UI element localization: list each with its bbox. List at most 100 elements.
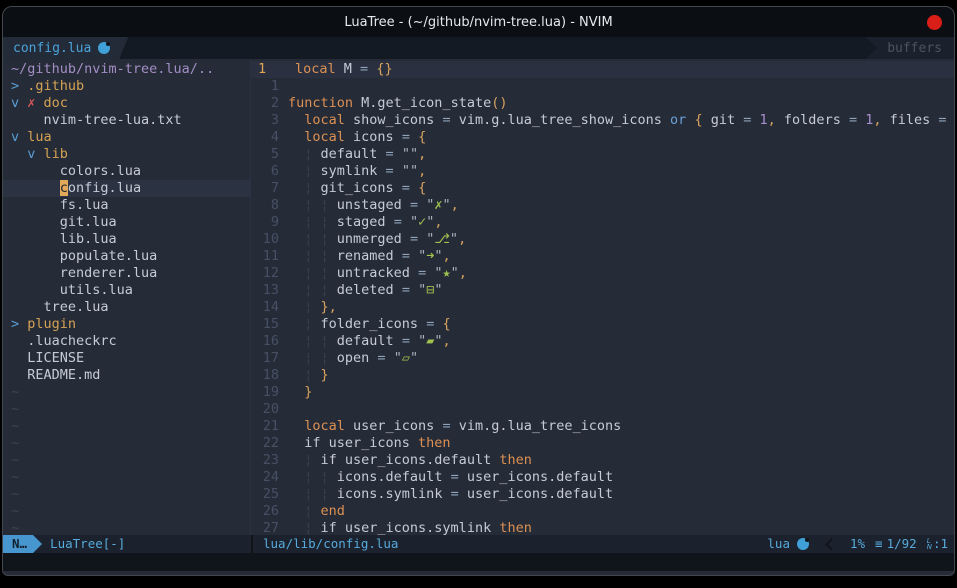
- window-title: LuaTree - (~/github/nvim-tree.lua) - NVI…: [344, 15, 612, 30]
- file-tree-panel[interactable]: ~/github/nvim-tree.lua/..> .githubv ✗ do…: [3, 59, 251, 535]
- code-line[interactable]: 3 local show_icons = vim.g.lua_tree_show…: [251, 112, 954, 129]
- code-line[interactable]: 10 ¦ ¦ unmerged = "⎇",: [251, 231, 954, 248]
- line-number-icon: LN: [927, 538, 932, 550]
- tree-item[interactable]: renderer.lua: [3, 265, 250, 282]
- code-line[interactable]: 17 ¦ ¦ open = "▱": [251, 350, 954, 367]
- line-number: 6: [251, 163, 288, 180]
- tree-item[interactable]: v ✗ doc: [3, 95, 250, 112]
- tree-item[interactable]: populate.lua: [3, 248, 250, 265]
- code-line[interactable]: 21 local user_icons = vim.g.lua_tree_ico…: [251, 418, 954, 435]
- code-line[interactable]: 1local M = {}: [251, 61, 954, 78]
- code-line[interactable]: 23 ¦ if user_icons.default then: [251, 452, 954, 469]
- line-number: 16: [251, 333, 288, 350]
- tree-item[interactable]: LICENSE: [3, 350, 250, 367]
- line-number: 9: [251, 214, 288, 231]
- tree-item[interactable]: config.lua: [3, 180, 250, 197]
- code-line[interactable]: 4 local icons = {: [251, 129, 954, 146]
- empty-line-tilde: ~: [3, 384, 250, 401]
- line-number: 12: [251, 265, 288, 282]
- empty-line-tilde: ~: [3, 418, 250, 435]
- code-line[interactable]: 26 ¦ end: [251, 503, 954, 520]
- tree-item[interactable]: lib.lua: [3, 231, 250, 248]
- code-line[interactable]: 25 ¦ ¦ icons.symlink = user_icons.defaul…: [251, 486, 954, 503]
- code-line[interactable]: 14 ¦ },: [251, 299, 954, 316]
- code-editor-panel[interactable]: 1local M = {}12function M.get_icon_state…: [251, 59, 954, 535]
- line-number: 5: [251, 146, 288, 163]
- tab-label: config.lua: [13, 41, 91, 56]
- code-line[interactable]: 1: [251, 78, 954, 95]
- tab-config-lua[interactable]: config.lua: [3, 37, 128, 59]
- cursor-line-position: 1/92: [887, 535, 917, 553]
- line-number: 2: [251, 95, 288, 112]
- line-number: 25: [251, 486, 288, 503]
- tree-item[interactable]: > plugin: [3, 316, 250, 333]
- code-line[interactable]: 8 ¦ ¦ unstaged = "✗",: [251, 197, 954, 214]
- buffers-label: buffers: [887, 41, 942, 56]
- tree-item[interactable]: utils.lua: [3, 282, 250, 299]
- command-line[interactable]: [3, 553, 954, 571]
- line-number: 11: [251, 248, 288, 265]
- code-line[interactable]: 13 ¦ ¦ deleted = "⊟": [251, 282, 954, 299]
- tree-item[interactable]: git.lua: [3, 214, 250, 231]
- statusline: N… LuaTree[-] lua/lib/config.lua lua 1% …: [3, 535, 954, 553]
- line-number: 27: [251, 520, 288, 535]
- line-number: 19: [251, 384, 288, 401]
- code-line[interactable]: 27 ¦ if user_icons.symlink then: [251, 520, 954, 535]
- empty-line-tilde: ~: [3, 503, 250, 520]
- code-line[interactable]: 11 ¦ ¦ renamed = "➜",: [251, 248, 954, 265]
- code-line[interactable]: 19 }: [251, 384, 954, 401]
- terminal-window: LuaTree - (~/github/nvim-tree.lua) - NVI…: [2, 6, 955, 576]
- tree-item[interactable]: nvim-tree-lua.txt: [3, 112, 250, 129]
- line-number: 1: [251, 61, 295, 78]
- tree-item[interactable]: fs.lua: [3, 197, 250, 214]
- line-number: 1: [251, 78, 288, 95]
- code-line[interactable]: 6 ¦ symlink = "",: [251, 163, 954, 180]
- code-line[interactable]: 2function M.get_icon_state(): [251, 95, 954, 112]
- statusline-filepath: lua/lib/config.lua: [263, 535, 398, 553]
- tree-item[interactable]: tree.lua: [3, 299, 250, 316]
- window-titlebar: LuaTree - (~/github/nvim-tree.lua) - NVI…: [3, 7, 954, 37]
- code-line[interactable]: 15 ¦ folder_icons = {: [251, 316, 954, 333]
- chevron-left-icon: [825, 538, 838, 551]
- line-number: 18: [251, 367, 288, 384]
- tree-item[interactable]: .luacheckrc: [3, 333, 250, 350]
- buffers-segment[interactable]: buffers: [865, 37, 954, 59]
- line-number: 14: [251, 299, 288, 316]
- code-line[interactable]: 12 ¦ ¦ untracked = "★",: [251, 265, 954, 282]
- line-number: 3: [251, 112, 288, 129]
- code-line[interactable]: 9 ¦ ¦ staged = "✓",: [251, 214, 954, 231]
- tree-item[interactable]: v lua: [3, 129, 250, 146]
- cursor-column: :1: [933, 535, 948, 553]
- tabline-filler: [128, 37, 865, 59]
- code-line[interactable]: 7 ¦ git_icons = {: [251, 180, 954, 197]
- empty-line-tilde: ~: [3, 469, 250, 486]
- powerline-arrow-icon: [33, 535, 42, 553]
- statusline-filetype: lua: [767, 535, 790, 553]
- code-line[interactable]: 5 ¦ default = "",: [251, 146, 954, 163]
- line-number: 17: [251, 350, 288, 367]
- code-line[interactable]: 16 ¦ ¦ default = "▰",: [251, 333, 954, 350]
- line-number: 13: [251, 282, 288, 299]
- code-line[interactable]: 22 if user_icons then: [251, 435, 954, 452]
- scroll-percent: 1%: [850, 535, 865, 553]
- tree-item[interactable]: ~/github/nvim-tree.lua/..: [3, 61, 250, 78]
- line-number: 21: [251, 418, 288, 435]
- lines-icon: ≡: [875, 535, 883, 553]
- line-number: 23: [251, 452, 288, 469]
- close-button[interactable]: [927, 15, 942, 30]
- tree-item[interactable]: > .github: [3, 78, 250, 95]
- lua-moon-icon: [98, 42, 110, 54]
- main-area: ~/github/nvim-tree.lua/..> .githubv ✗ do…: [3, 59, 954, 535]
- code-line[interactable]: 24 ¦ ¦ icons.default = user_icons.defaul…: [251, 469, 954, 486]
- tree-item[interactable]: colors.lua: [3, 163, 250, 180]
- tree-item[interactable]: README.md: [3, 367, 250, 384]
- tree-item[interactable]: v lib: [3, 146, 250, 163]
- line-number: 20: [251, 401, 288, 418]
- line-number: 7: [251, 180, 288, 197]
- line-number: 4: [251, 129, 288, 146]
- code-line[interactable]: 18 ¦ }: [251, 367, 954, 384]
- statusline-editor-window: lua/lib/config.lua lua 1% ≡ 1/92 LN :1: [253, 535, 954, 553]
- empty-line-tilde: ~: [3, 435, 250, 452]
- code-line[interactable]: 20: [251, 401, 954, 418]
- tree-cursor: c: [60, 180, 68, 196]
